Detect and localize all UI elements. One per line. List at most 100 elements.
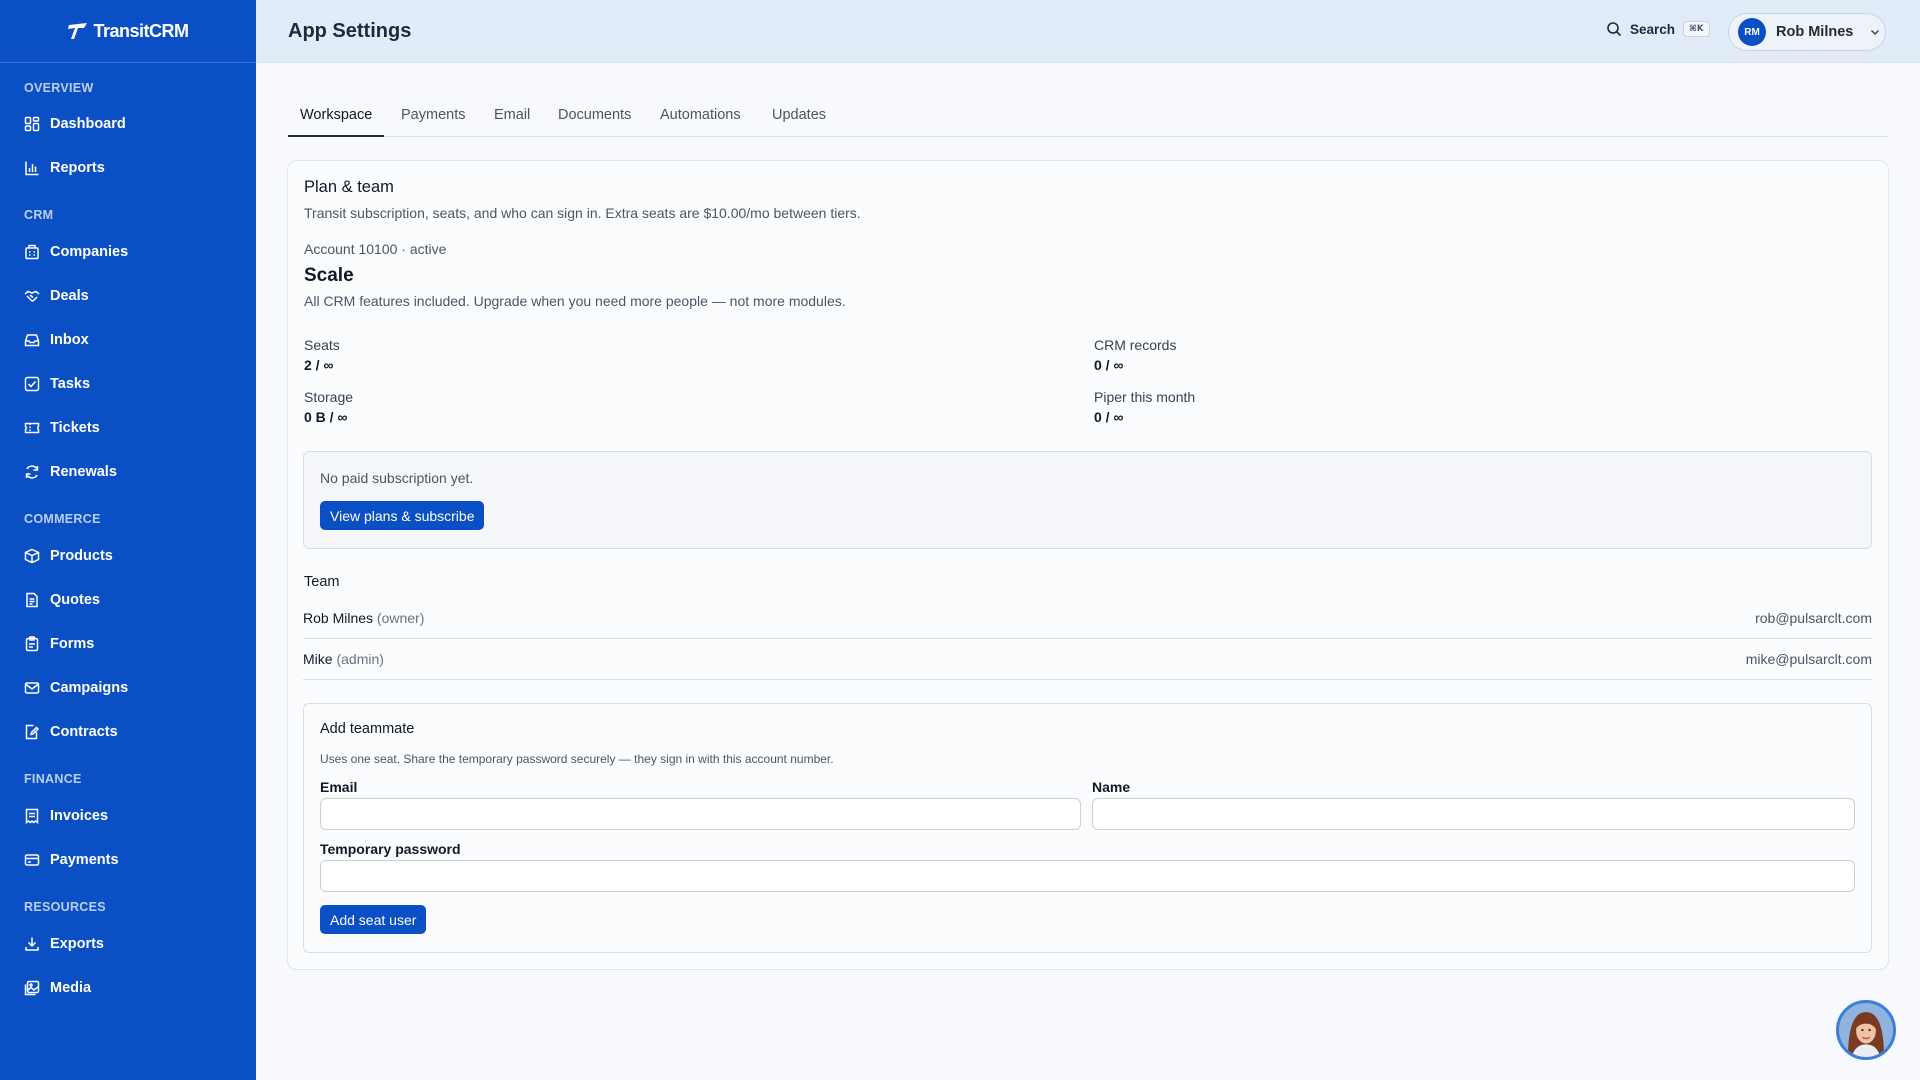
temporary-password-field[interactable]	[320, 860, 1855, 892]
search-button[interactable]: Search ⌘K	[1606, 21, 1710, 37]
nav-section-overview: OVERVIEW	[24, 81, 94, 95]
temporary-password-label: Temporary password	[320, 841, 461, 857]
tab-updates[interactable]: Updates	[760, 96, 838, 137]
sidebar-item-label: Deals	[50, 288, 89, 304]
sidebar-item-label: Inbox	[50, 332, 89, 348]
nav-section-crm: CRM	[24, 208, 54, 222]
email-field[interactable]	[320, 798, 1081, 830]
team-member-name: Mike (admin)	[303, 651, 384, 667]
stat-value-piper: 0 / ∞	[1094, 409, 1124, 425]
team-row: Mike (admin) mike@pulsarclt.com	[303, 640, 1872, 680]
sidebar-item-label: Tasks	[50, 376, 91, 392]
page-title: App Settings	[288, 20, 412, 42]
settings-tabs: Workspace Payments Email Documents Autom…	[288, 96, 1888, 137]
search-label: Search	[1630, 21, 1676, 37]
assistant-avatar-icon	[1839, 1003, 1893, 1057]
name-label: Name	[1092, 779, 1131, 795]
sidebar-item-quotes[interactable]: Quotes	[24, 585, 234, 615]
add-teammate-description: Uses one seat. Share the temporary passw…	[320, 752, 834, 766]
invoice-icon	[25, 808, 39, 824]
section-title: Plan & team	[304, 178, 394, 196]
subscription-status: No paid subscription yet.	[320, 470, 474, 486]
add-seat-user-button[interactable]: Add seat user	[320, 905, 427, 934]
account-line: Account 10100 · active	[304, 241, 447, 257]
sidebar-item-forms[interactable]: Forms	[24, 629, 234, 659]
sidebar-item-label: Quotes	[50, 592, 100, 608]
sidebar-item-products[interactable]: Products	[24, 541, 234, 571]
sidebar-item-label: Forms	[50, 636, 95, 652]
subscription-box: No paid subscription yet. View plans & s…	[303, 451, 1872, 549]
sidebar-item-label: Contracts	[50, 724, 118, 740]
tab-email[interactable]: Email	[482, 96, 542, 137]
stat-value-storage: 0 B / ∞	[304, 409, 348, 425]
member-name: Mike	[303, 651, 333, 667]
clipboard-icon	[25, 636, 39, 652]
tab-payments[interactable]: Payments	[389, 96, 477, 137]
member-role: (owner)	[376, 610, 425, 626]
name-field[interactable]	[1092, 798, 1855, 830]
nav-section-finance: FINANCE	[24, 772, 82, 786]
checkbox-icon	[24, 376, 40, 392]
sidebar-item-label: Campaigns	[50, 680, 129, 696]
tab-documents[interactable]: Documents	[546, 96, 643, 137]
stat-label-piper: Piper this month	[1094, 389, 1196, 405]
sidebar-item-label: Invoices	[50, 808, 109, 824]
stat-label-storage: Storage	[304, 389, 354, 405]
member-name: Rob Milnes	[303, 610, 374, 626]
tab-automations[interactable]: Automations	[648, 96, 753, 137]
search-icon	[1607, 22, 1622, 37]
member-email: rob@pulsarclt.com	[1755, 610, 1872, 626]
sidebar-item-label: Renewals	[50, 464, 117, 480]
plan-team-card: Plan & team Transit subscription, seats,…	[287, 160, 1889, 970]
sidebar-item-exports[interactable]: Exports	[24, 929, 234, 959]
view-plans-button[interactable]: View plans & subscribe	[320, 501, 485, 530]
sidebar-item-payments[interactable]: Payments	[24, 845, 234, 875]
sidebar-item-tasks[interactable]: Tasks	[24, 369, 234, 399]
email-label: Email	[320, 779, 358, 795]
member-role: (admin)	[336, 651, 384, 667]
user-menu[interactable]: RM Rob Milnes	[1728, 13, 1886, 51]
search-shortcut: ⌘K	[1683, 21, 1710, 37]
sidebar-item-tickets[interactable]: Tickets	[24, 413, 234, 443]
sidebar-item-invoices[interactable]: Invoices	[24, 801, 234, 831]
add-teammate-form: Add teammate Uses one seat. Share the te…	[303, 703, 1872, 953]
credit-card-icon	[24, 854, 40, 866]
image-icon	[24, 980, 40, 996]
sidebar-item-label: Payments	[50, 852, 119, 868]
team-row: Rob Milnes (owner) rob@pulsarclt.com	[303, 599, 1872, 639]
add-teammate-title: Add teammate	[320, 721, 415, 737]
sidebar: TransitCRM OVERVIEW Dashboard Reports CR…	[0, 0, 256, 1080]
plan-name: Scale	[304, 265, 354, 286]
sidebar-item-renewals[interactable]: Renewals	[24, 457, 234, 487]
sidebar-item-companies[interactable]: Companies	[24, 237, 234, 267]
chevron-down-icon	[1871, 30, 1880, 35]
sidebar-item-media[interactable]: Media	[24, 973, 234, 1003]
sidebar-item-deals[interactable]: Deals	[24, 281, 234, 311]
sidebar-item-label: Exports	[50, 936, 104, 952]
refresh-icon	[25, 465, 39, 479]
dashboard-icon	[24, 116, 40, 132]
download-icon	[25, 937, 39, 951]
building-icon	[25, 244, 39, 260]
section-description: Transit subscription, seats, and who can…	[304, 205, 861, 221]
sidebar-item-label: Reports	[50, 160, 105, 176]
top-bar: App Settings Search ⌘K RM Rob Milnes	[256, 0, 1920, 63]
sidebar-item-campaigns[interactable]: Campaigns	[24, 673, 234, 703]
user-name: Rob Milnes	[1776, 24, 1854, 40]
contract-icon	[25, 724, 40, 740]
assistant-avatar-button[interactable]	[1836, 1000, 1896, 1060]
sidebar-item-contracts[interactable]: Contracts	[24, 717, 234, 747]
logo-icon	[68, 23, 88, 39]
sidebar-item-dashboard[interactable]: Dashboard	[24, 109, 234, 139]
bar-chart-icon	[25, 161, 39, 176]
package-icon	[24, 548, 40, 564]
sidebar-item-reports[interactable]: Reports	[24, 153, 234, 183]
tab-workspace[interactable]: Workspace	[288, 96, 385, 137]
team-title: Team	[304, 574, 340, 590]
handshake-icon	[24, 290, 40, 302]
ticket-icon	[24, 422, 40, 434]
sidebar-item-inbox[interactable]: Inbox	[24, 325, 234, 355]
logo[interactable]: TransitCRM	[0, 0, 256, 63]
logo-text: TransitCRM	[93, 20, 189, 41]
sidebar-item-label: Tickets	[50, 420, 100, 436]
